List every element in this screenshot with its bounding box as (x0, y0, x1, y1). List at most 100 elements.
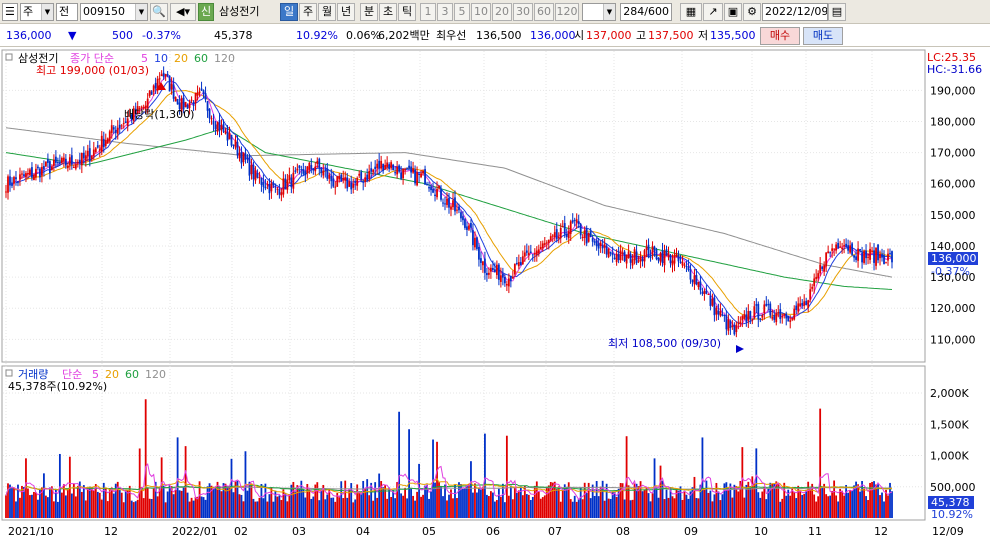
x-tick-label: 08 (616, 525, 630, 538)
count-display[interactable]: 284/600 (620, 3, 672, 21)
volume-bar (122, 502, 125, 518)
interval-30-button[interactable]: 30 (513, 3, 533, 21)
x-tick-label: 2022/01 (172, 525, 218, 538)
candle-body (715, 307, 718, 315)
period-tick-button[interactable]: 틱 (398, 3, 416, 21)
interval-20-button[interactable]: 20 (492, 3, 512, 21)
candle-body (170, 83, 173, 90)
candle-body (551, 235, 554, 237)
interval-3-button[interactable]: 3 (437, 3, 453, 21)
candle-body (420, 173, 422, 178)
grid-icon[interactable]: ▦ (680, 3, 702, 21)
volume-bar (132, 502, 135, 518)
candle-body (414, 169, 416, 184)
mode2-value: 전 (59, 5, 70, 18)
save-icon[interactable]: ▣ (724, 3, 742, 21)
date-input[interactable]: 2022/12/09 (762, 3, 828, 21)
candle-body (110, 125, 113, 133)
period-day-button[interactable]: 일 (280, 3, 298, 21)
volume-bar (711, 501, 714, 518)
volume-bar (100, 499, 103, 518)
sell-button[interactable]: 매도 (803, 27, 843, 45)
collapse-icon[interactable] (5, 53, 13, 61)
interval-5-button[interactable]: 5 (454, 3, 470, 21)
period-week-button[interactable]: 주 (299, 3, 317, 21)
candle-body (527, 252, 530, 256)
volume-tick-label: 2,000K (930, 387, 969, 400)
volume-bar (873, 481, 875, 518)
candle-body (192, 102, 195, 106)
volume-bar (180, 490, 183, 518)
candle-body (529, 251, 532, 253)
volume-bar (288, 493, 291, 518)
candle-body (54, 156, 57, 163)
candle-body (553, 232, 556, 238)
volume-bar (54, 489, 57, 518)
x-tick-label: 05 (422, 525, 436, 538)
candle-body (268, 183, 271, 194)
period-second-button[interactable]: 초 (379, 3, 397, 21)
buy-button[interactable]: 매수 (760, 27, 800, 45)
volume-bar (358, 492, 361, 518)
interval-60-button[interactable]: 60 (534, 3, 554, 21)
candle-body (821, 266, 824, 269)
volume-bar (228, 486, 231, 518)
candle-body (310, 165, 313, 170)
search-icon[interactable]: 🔍 (150, 3, 168, 21)
line-tool-icon[interactable]: ↗ (703, 3, 723, 21)
volume-bar (242, 501, 245, 518)
volume-collapse-icon[interactable] (5, 369, 13, 377)
candle-body (613, 257, 616, 260)
period-month-button[interactable]: 월 (318, 3, 336, 21)
volume-bar (196, 496, 199, 518)
candle-body (476, 237, 478, 249)
candle-body (799, 303, 802, 307)
interval-1-button[interactable]: 1 (420, 3, 436, 21)
volume-tick-label: 1,000K (930, 450, 969, 463)
candle-body (166, 73, 169, 77)
menu-icon[interactable]: ☰ (2, 3, 18, 21)
volume-bar (176, 437, 179, 518)
stock-chart[interactable]: 190,000 180,000 170,000 160,000 150,000 140,0… (0, 48, 990, 543)
candle-body (495, 264, 498, 276)
interval-120-button[interactable]: 120 (555, 3, 579, 21)
volume-bar (126, 490, 129, 518)
candle-body (581, 236, 584, 238)
interval-select[interactable]: ▼ (582, 3, 616, 21)
period-year-button[interactable]: 년 (337, 3, 355, 21)
volume-bar (312, 496, 315, 518)
period-minute-button[interactable]: 분 (360, 3, 378, 21)
volume-bar (813, 494, 816, 518)
volume-bar (601, 480, 604, 518)
volume-bar (859, 491, 861, 518)
interval-10-button[interactable]: 10 (471, 3, 491, 21)
code-input[interactable]: 009150 ▼ (80, 3, 148, 21)
candle-body (296, 168, 299, 171)
volume-bar (875, 484, 877, 518)
candle-body (466, 226, 468, 230)
candle-body (661, 250, 664, 264)
volume-bar (360, 493, 363, 518)
low-value: 135,500 (710, 29, 756, 42)
candle-body (392, 164, 395, 171)
candle-body (78, 159, 81, 164)
mode-select[interactable]: 주 ▼ (20, 3, 54, 21)
candle-body (31, 167, 33, 178)
volume-bar (60, 492, 63, 518)
gear-icon[interactable]: ⚙ (743, 3, 761, 21)
candle-body (583, 230, 586, 239)
candle-body (428, 187, 430, 189)
volume-bar (310, 498, 313, 518)
candle-body (462, 216, 464, 221)
candle-body (597, 243, 600, 249)
candle-body (112, 127, 115, 130)
price-change: 500 (112, 29, 133, 42)
volume-bar (92, 490, 95, 518)
volume-bar (597, 496, 600, 518)
calendar-icon[interactable]: ▤ (828, 3, 846, 21)
speaker-icon[interactable]: ◀▾ (170, 3, 196, 21)
volume-bar (456, 498, 458, 518)
candle-body (27, 173, 29, 175)
candle-body (66, 165, 69, 169)
mode2-select[interactable]: 전 (56, 3, 78, 21)
